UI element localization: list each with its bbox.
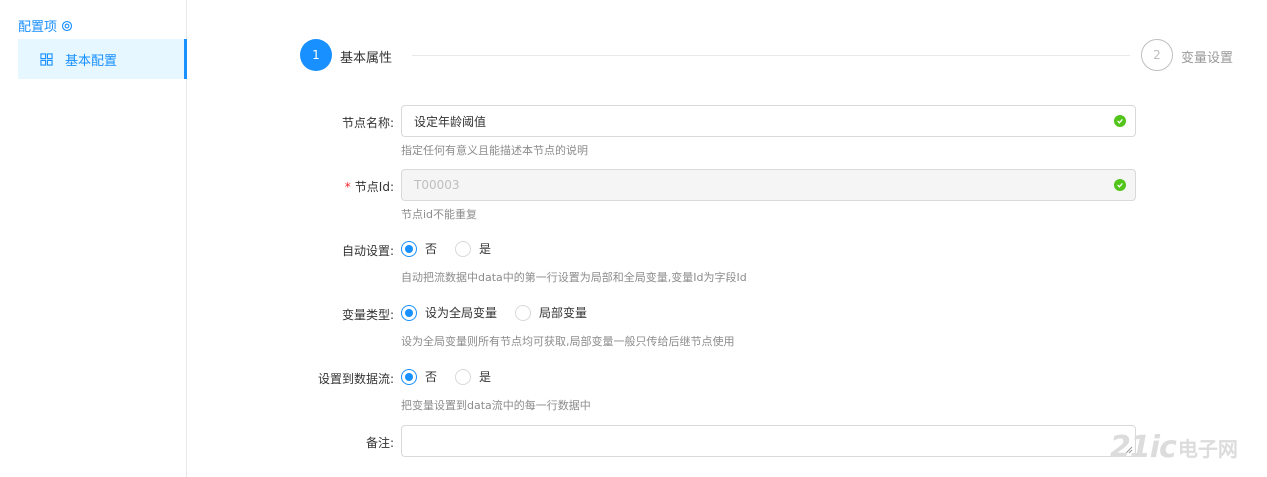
radio-label: 是: [479, 242, 492, 256]
remark-label: 备注:: [365, 436, 394, 450]
node-id-label-wrap: * 节点Id:: [280, 178, 394, 195]
radio-dot: [401, 304, 417, 321]
node-name-label: 节点名称:: [341, 116, 394, 130]
auto-setting-radio-no[interactable]: 否: [401, 240, 437, 257]
node-name-input[interactable]: 设定年龄阈值: [401, 105, 1136, 137]
step-1-circle[interactable]: 1: [300, 39, 332, 71]
sidebar-item-label: 基本配置: [65, 53, 118, 69]
radio-label: 否: [425, 370, 438, 384]
sidebar: 配置项 基本配置: [0, 0, 187, 477]
required-mark: *: [344, 180, 351, 194]
steps: 1 基本属性 2 变量设置: [300, 39, 1240, 72]
grid-icon: [40, 52, 53, 66]
sidebar-item-basic-config[interactable]: 基本配置: [18, 39, 187, 79]
radio-dot: [401, 368, 417, 385]
node-name-value: 设定年龄阈值: [414, 114, 487, 129]
var-type-label: 变量类型:: [341, 308, 394, 322]
to-dataflow-help: 把变量设置到data流中的每一行数据中: [401, 399, 591, 412]
check-icon: [1114, 115, 1126, 127]
radio-dot: [455, 240, 472, 257]
step-2-label[interactable]: 变量设置: [1181, 47, 1233, 66]
to-dataflow-radio-group: 否 是: [401, 368, 509, 385]
watermark-brand: 21ic: [1110, 430, 1177, 465]
remark-textarea[interactable]: [401, 425, 1136, 457]
check-icon: [1114, 179, 1126, 191]
step-connector: [412, 55, 1130, 56]
to-dataflow-radio-yes[interactable]: 是: [455, 368, 491, 385]
var-type-radio-local[interactable]: 局部变量: [515, 304, 587, 321]
auto-setting-radio-yes[interactable]: 是: [455, 240, 491, 257]
node-id-label: 节点Id:: [354, 180, 394, 194]
var-type-radio-global[interactable]: 设为全局变量: [401, 304, 497, 321]
to-dataflow-label: 设置到数据流:: [317, 372, 394, 386]
gear-icon[interactable]: [61, 20, 73, 32]
step-1-label[interactable]: 基本属性: [340, 47, 392, 66]
radio-label: 否: [425, 242, 438, 256]
node-id-value: T00003: [414, 178, 460, 192]
watermark-text: 电子网: [1177, 437, 1238, 461]
node-id-input: T00003: [401, 169, 1136, 201]
radio-dot: [515, 304, 532, 321]
node-id-help: 节点id不能重复: [401, 208, 478, 221]
radio-label: 局部变量: [539, 306, 588, 320]
radio-dot: [455, 368, 472, 385]
to-dataflow-radio-no[interactable]: 否: [401, 368, 437, 385]
node-name-help: 指定任何有意义且能描述本节点的说明: [401, 144, 588, 157]
auto-setting-label: 自动设置:: [341, 244, 394, 258]
radio-dot: [401, 240, 417, 257]
var-type-radio-group: 设为全局变量 局部变量: [401, 304, 605, 321]
auto-setting-help: 自动把流数据中data中的第一行设置为局部和全局变量,变量Id为字段Id: [401, 271, 747, 284]
radio-label: 是: [479, 370, 492, 384]
radio-label: 设为全局变量: [425, 306, 498, 320]
step-2-circle[interactable]: 2: [1141, 39, 1173, 71]
var-type-help: 设为全局变量则所有节点均可获取,局部变量一般只传给后继节点使用: [401, 335, 735, 348]
auto-setting-radio-group: 否 是: [401, 240, 509, 257]
sidebar-header: 配置项: [18, 16, 73, 35]
watermark-logo: 21ic 电子网: [1110, 430, 1238, 465]
sidebar-title: 配置项: [18, 20, 58, 35]
